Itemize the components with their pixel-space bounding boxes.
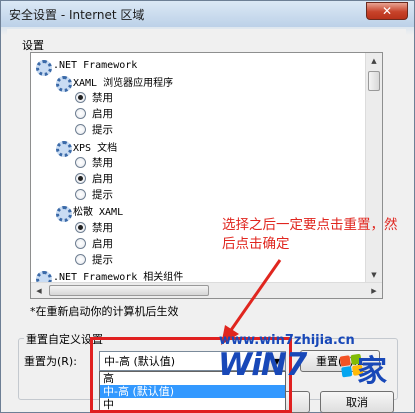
- tree-radio-option[interactable]: 禁用: [75, 89, 113, 105]
- tree-category[interactable]: .NET Framework: [35, 57, 138, 76]
- tree-item-label: 提示: [92, 189, 113, 202]
- tree-radio-option[interactable]: 禁用: [75, 219, 113, 235]
- tree-item-label: XPS 文档: [73, 142, 118, 154]
- tree-radio-option[interactable]: 启用: [75, 170, 113, 186]
- settings-gear-icon: [35, 58, 52, 76]
- reset-to-label: 重置为(R):: [24, 355, 77, 368]
- radio-checked-icon[interactable]: [75, 221, 86, 233]
- scroll-left-icon[interactable]: ◀: [31, 283, 47, 298]
- radio-unchecked-icon[interactable]: [75, 189, 86, 201]
- scroll-up-icon[interactable]: ▲: [366, 53, 382, 69]
- radio-unchecked-icon[interactable]: [75, 253, 86, 265]
- horizontal-scrollbar[interactable]: ◀ ▶: [31, 282, 382, 298]
- watermark-site: www.win7zhijia.cn: [219, 333, 355, 348]
- horizontal-scroll-thumb[interactable]: [49, 285, 209, 296]
- settings-gear-icon: [35, 269, 52, 287]
- tree-radio-option[interactable]: 启用: [75, 106, 113, 122]
- radio-unchecked-icon[interactable]: [75, 108, 86, 120]
- watermark-brand-char: 家: [357, 354, 387, 389]
- radio-unchecked-icon[interactable]: [75, 156, 86, 168]
- close-button[interactable]: ✕: [366, 2, 408, 20]
- tree-item-label: 松散 XAML: [73, 207, 124, 219]
- settings-tree[interactable]: .NET Framework XAML 浏览器应用程序 禁用 启用 提示 XPS 文档 禁用…: [30, 52, 383, 299]
- settings-gear-icon: [55, 139, 72, 157]
- tree-item-label: 禁用: [92, 156, 113, 169]
- radio-unchecked-icon[interactable]: [75, 237, 86, 249]
- window-title: 安全设置 - Internet 区域: [9, 8, 145, 22]
- tree-item-label: .NET Framework 相关组件: [53, 272, 184, 284]
- radio-unchecked-icon[interactable]: [75, 124, 86, 136]
- radio-checked-icon[interactable]: [75, 91, 86, 103]
- cancel-button[interactable]: 取消: [320, 391, 394, 413]
- tree-item-label: .NET Framework: [53, 59, 138, 71]
- tree-radio-option[interactable]: 禁用: [75, 154, 113, 170]
- tree-item-label: 禁用: [92, 91, 113, 104]
- watermark-logo: WiN7: [218, 347, 307, 383]
- scroll-down-icon[interactable]: ▼: [366, 267, 382, 283]
- tree-item-label: 启用: [92, 172, 113, 185]
- tree-item-label: 提示: [92, 253, 113, 266]
- tree-category[interactable]: XAML 浏览器应用程序: [55, 73, 174, 93]
- settings-gear-icon: [55, 204, 72, 222]
- tree-item-label: 提示: [92, 124, 113, 137]
- tree-radio-option[interactable]: 提示: [75, 251, 113, 267]
- annotation-text: 选择之后一定要点击重置，然后点击确定: [222, 217, 398, 252]
- tree-category[interactable]: 松散 XAML: [55, 203, 124, 222]
- close-icon: ✕: [381, 4, 393, 18]
- cancel-button-label: 取消: [346, 396, 368, 409]
- restart-note: *在重新启动你的计算机后生效: [30, 305, 179, 318]
- radio-checked-icon[interactable]: [75, 172, 86, 184]
- tree-radio-option[interactable]: 提示: [75, 122, 113, 138]
- tree-item-label: 启用: [92, 108, 113, 121]
- tree-item-label: XAML 浏览器应用程序: [73, 77, 174, 89]
- settings-label: 设置: [22, 39, 44, 52]
- tree-category[interactable]: XPS 文档: [55, 138, 118, 157]
- vertical-scroll-thumb[interactable]: [368, 71, 380, 91]
- tree-radio-option[interactable]: 启用: [75, 235, 113, 251]
- title-bar[interactable]: 安全设置 - Internet 区域 ✕: [1, 1, 414, 27]
- settings-gear-icon: [55, 74, 72, 93]
- tree-item-label: 启用: [92, 237, 113, 250]
- tree-radio-option[interactable]: 提示: [75, 187, 113, 203]
- tree-item-label: 禁用: [92, 221, 113, 234]
- scroll-right-icon[interactable]: ▶: [366, 283, 382, 298]
